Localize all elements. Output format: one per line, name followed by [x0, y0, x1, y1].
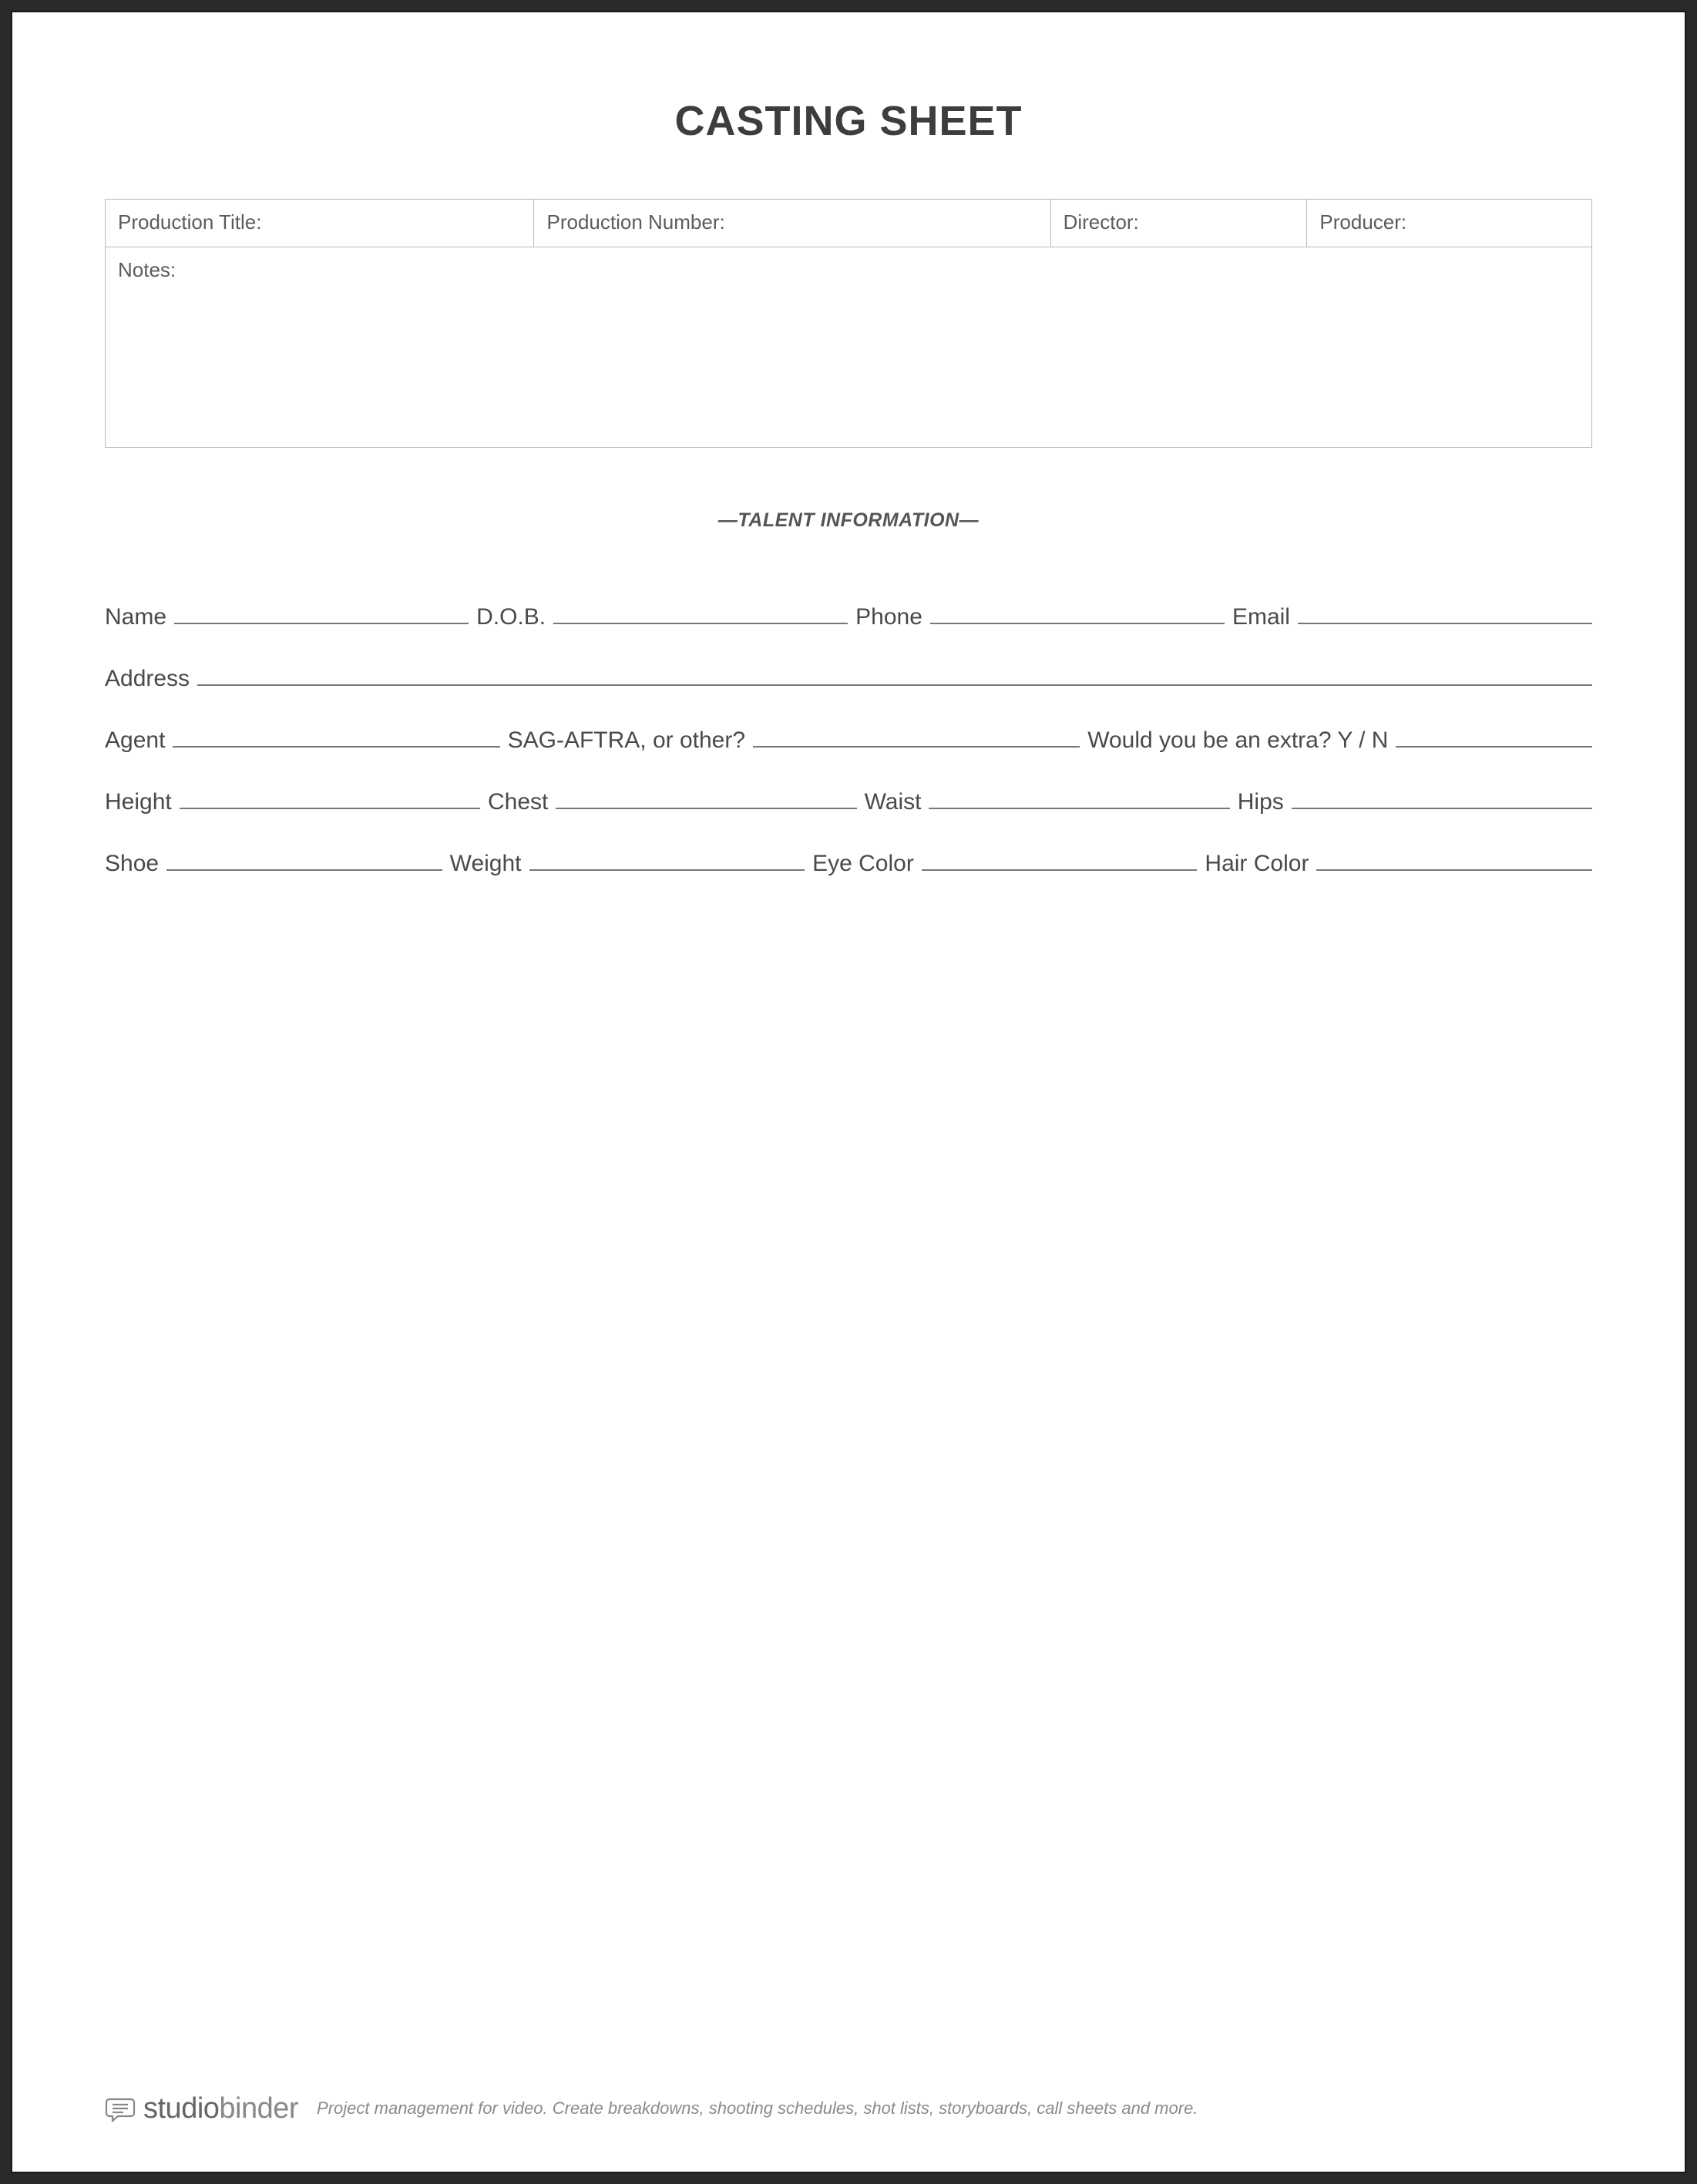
dob-blank [553, 601, 848, 624]
production-number-cell: Production Number: [534, 200, 1050, 247]
phone-blank [930, 601, 1225, 624]
eye-color-label: Eye Color [812, 851, 914, 877]
brand-bold: studio [143, 2092, 219, 2125]
weight-blank [529, 848, 805, 871]
agent-blank [173, 724, 499, 748]
table-row: Notes: [106, 247, 1592, 448]
field-row: Height Chest Waist Hips [105, 786, 1592, 815]
extra-blank [1396, 724, 1592, 748]
phone-label: Phone [855, 604, 922, 630]
weight-label: Weight [450, 851, 522, 877]
talent-fields: Name D.O.B. Phone Email Address Agent SA… [105, 601, 1592, 877]
document-page: CASTING SHEET Production Title: Producti… [11, 11, 1686, 2173]
hips-label: Hips [1238, 789, 1284, 815]
dob-label: D.O.B. [476, 604, 546, 630]
chest-label: Chest [488, 789, 548, 815]
notes-cell: Notes: [106, 247, 1592, 448]
union-label: SAG-AFTRA, or other? [508, 727, 745, 754]
email-label: Email [1232, 604, 1290, 630]
production-title-cell: Production Title: [106, 200, 534, 247]
field-row: Address [105, 663, 1592, 692]
hips-blank [1292, 786, 1592, 809]
footer: studiobinder Project management for vide… [105, 2092, 1592, 2125]
waist-label: Waist [865, 789, 922, 815]
eye-color-blank [922, 848, 1198, 871]
name-label: Name [105, 604, 166, 630]
chest-blank [556, 786, 856, 809]
hair-color-label: Hair Color [1205, 851, 1309, 877]
shoe-blank [166, 848, 442, 871]
talent-info-heading: —TALENT INFORMATION— [105, 509, 1592, 532]
extra-label: Would you be an extra? Y / N [1087, 727, 1388, 754]
footer-tagline: Project management for video. Create bre… [317, 2097, 1198, 2121]
table-row: Production Title: Production Number: Dir… [106, 200, 1592, 247]
waist-blank [929, 786, 1229, 809]
height-label: Height [105, 789, 172, 815]
brand-name: studiobinder [143, 2092, 298, 2125]
hair-color-blank [1316, 848, 1592, 871]
brand-logo: studiobinder [105, 2092, 298, 2125]
address-label: Address [105, 666, 190, 692]
email-blank [1298, 601, 1592, 624]
union-blank [753, 724, 1080, 748]
shoe-label: Shoe [105, 851, 159, 877]
field-row: Name D.O.B. Phone Email [105, 601, 1592, 630]
name-blank [174, 601, 469, 624]
field-row: Agent SAG-AFTRA, or other? Would you be … [105, 724, 1592, 754]
address-blank [197, 663, 1592, 686]
height-blank [180, 786, 480, 809]
director-cell: Director: [1050, 200, 1307, 247]
producer-cell: Producer: [1307, 200, 1592, 247]
page-title: CASTING SHEET [105, 97, 1592, 145]
chat-bubble-icon [105, 2096, 136, 2122]
brand-thin: binder [219, 2092, 298, 2125]
agent-label: Agent [105, 727, 165, 754]
production-info-table: Production Title: Production Number: Dir… [105, 199, 1592, 448]
field-row: Shoe Weight Eye Color Hair Color [105, 848, 1592, 877]
